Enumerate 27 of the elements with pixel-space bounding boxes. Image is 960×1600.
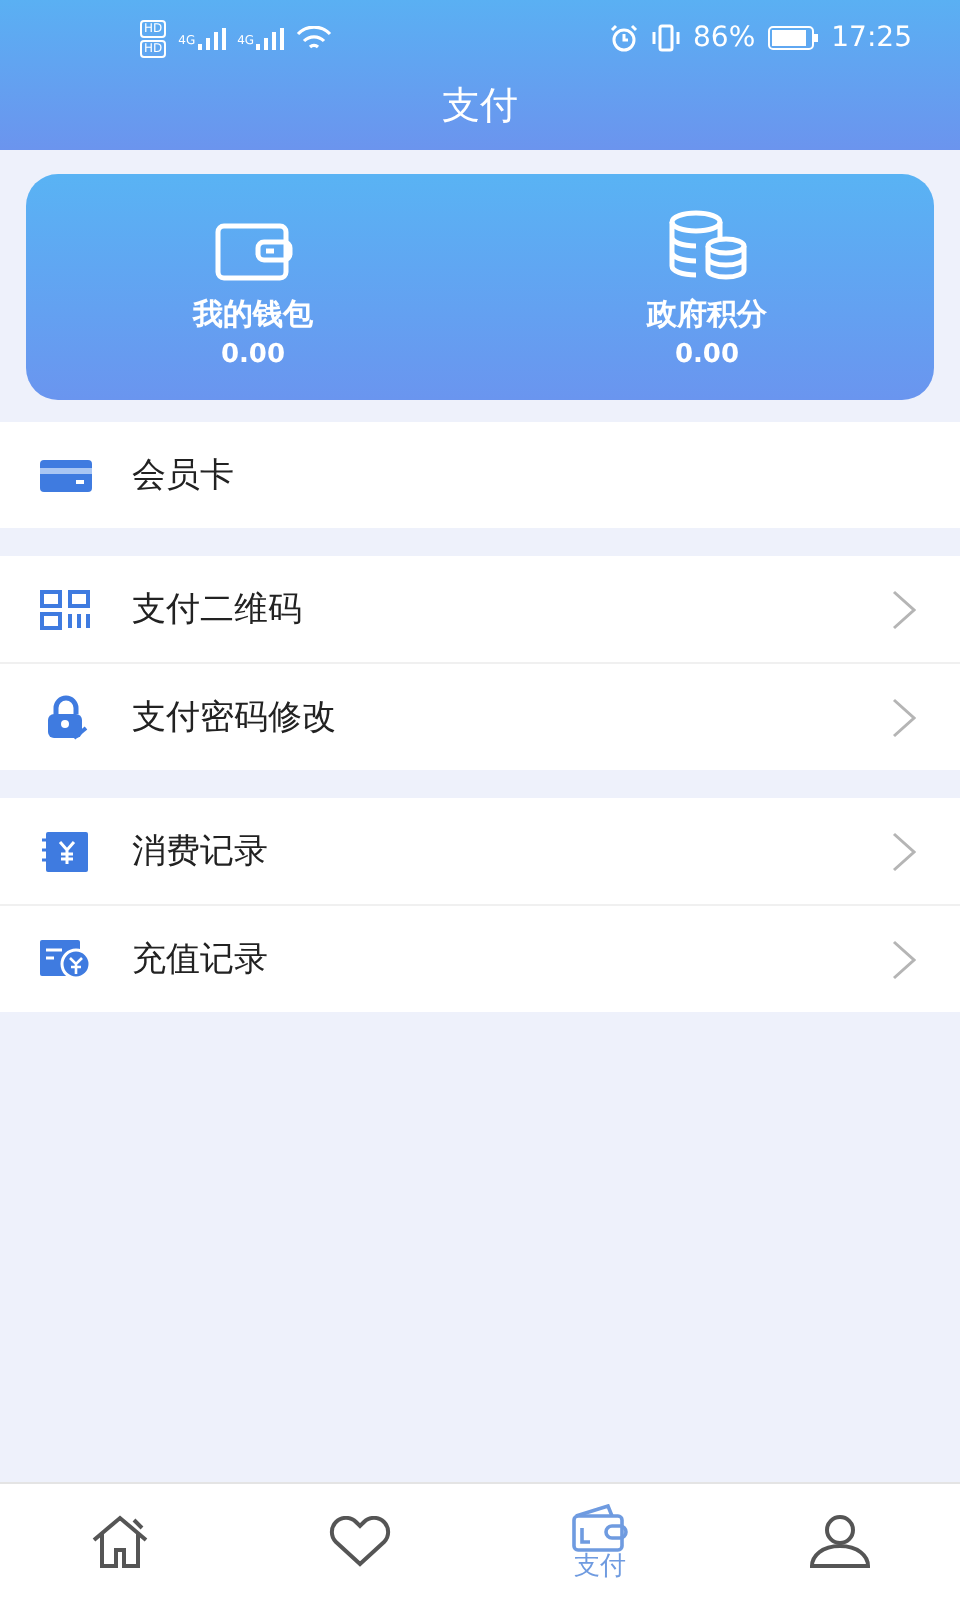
home-icon xyxy=(90,1514,150,1570)
menu-item[interactable]: 充值记录 xyxy=(0,906,960,1012)
wallet-icon xyxy=(213,221,293,281)
qr-code-icon xyxy=(40,589,92,629)
vibrate-icon xyxy=(649,24,682,52)
lock-icon xyxy=(42,693,90,741)
menu-item[interactable]: 会员卡 xyxy=(0,422,960,528)
bill-icon xyxy=(42,831,90,871)
menu-item[interactable]: 消费记录 xyxy=(0,798,960,906)
balance-value: 0.00 xyxy=(674,339,740,369)
signal-icon xyxy=(197,27,226,49)
person-icon xyxy=(808,1514,872,1570)
menu-item[interactable]: 支付密码修改 xyxy=(0,664,960,770)
page-title: 支付 xyxy=(442,81,518,131)
coins-icon xyxy=(665,209,749,281)
wallet-icon xyxy=(570,1504,630,1552)
clock: 17:25 xyxy=(831,22,912,54)
alarm-icon xyxy=(609,24,638,52)
card-icon xyxy=(40,459,92,491)
wifi-icon xyxy=(296,25,333,51)
signal-icon xyxy=(256,27,285,49)
balance-value: 0.00 xyxy=(220,339,286,369)
battery-icon xyxy=(767,26,820,50)
heart-icon xyxy=(328,1516,392,1568)
menu-item[interactable]: 支付二维码 xyxy=(0,556,960,664)
recharge-icon xyxy=(40,939,92,979)
battery-percent: 86% xyxy=(693,22,756,54)
